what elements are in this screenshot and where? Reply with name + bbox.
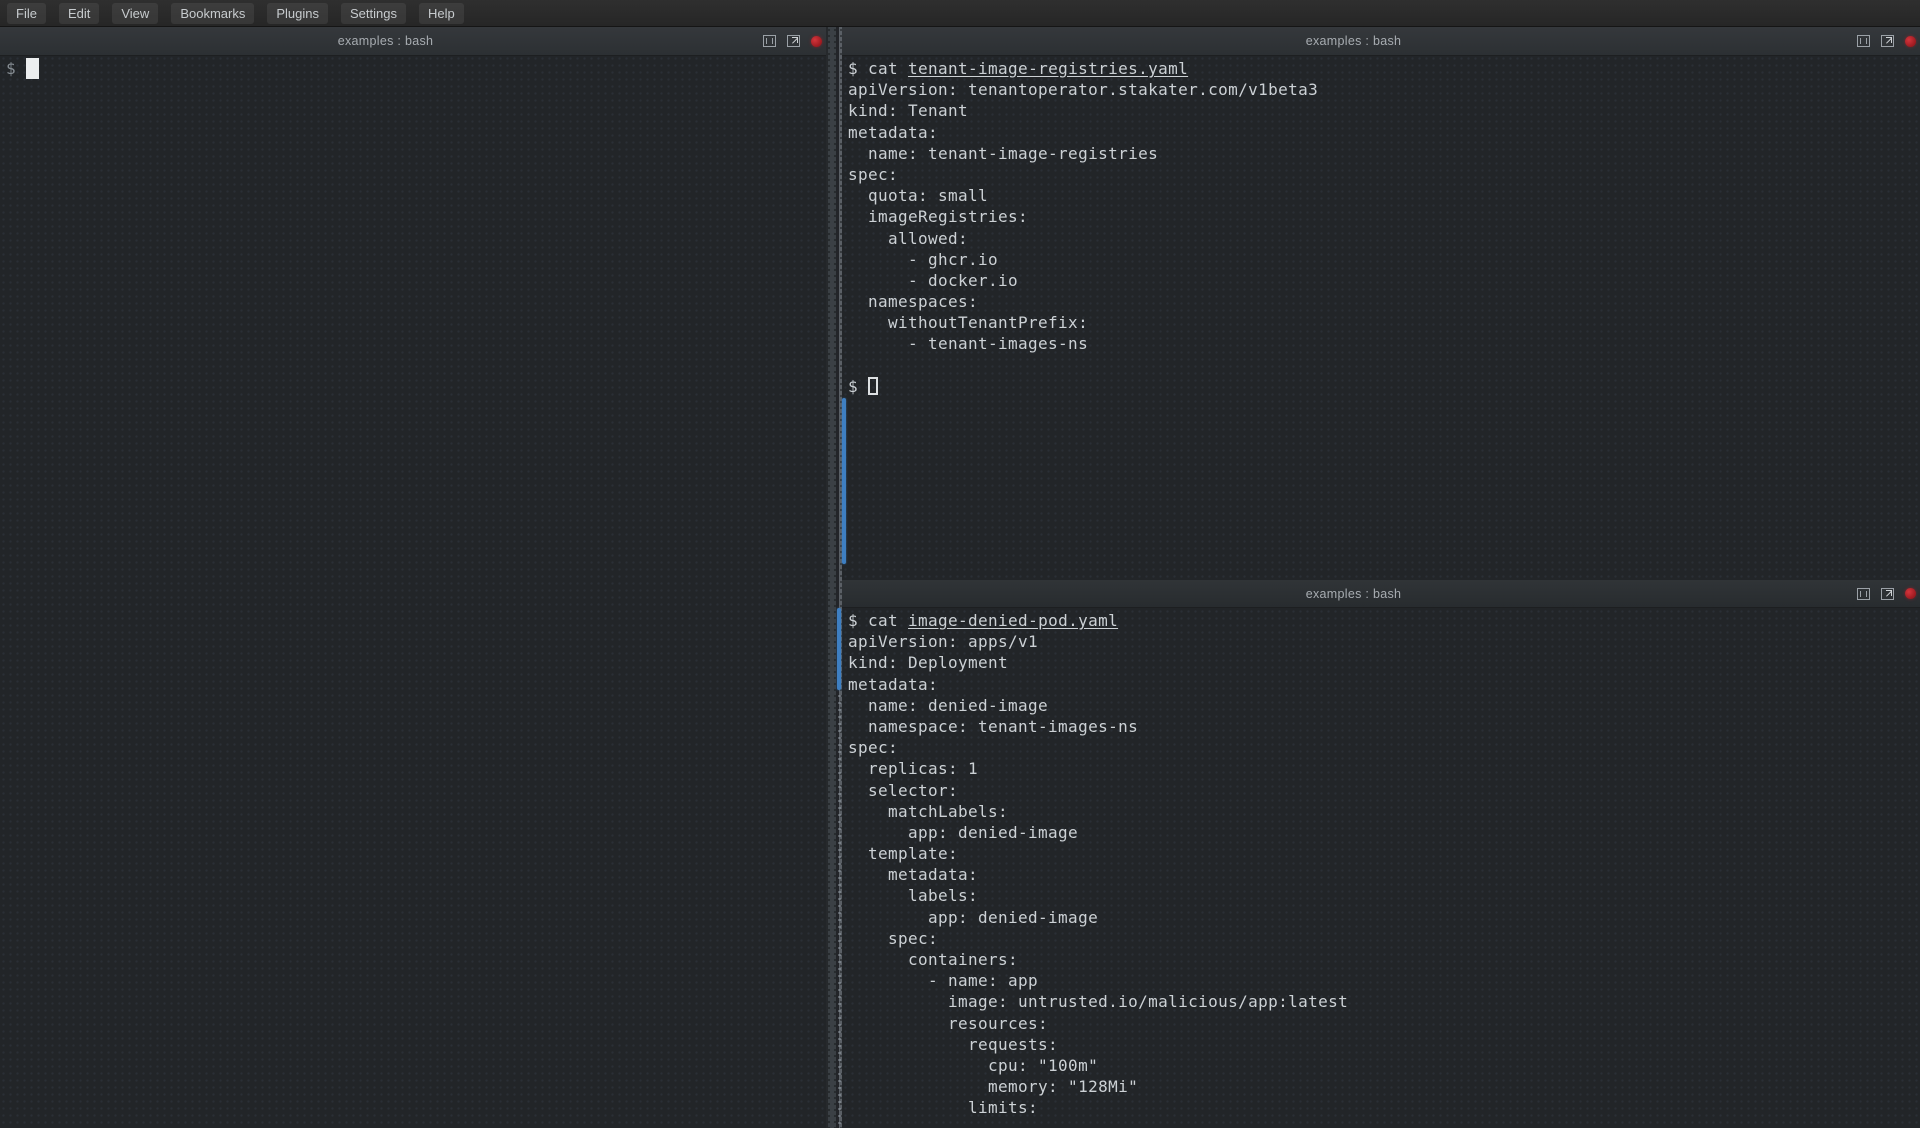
close-split-button[interactable] <box>1905 588 1916 599</box>
terminal-line: app: denied-image <box>848 822 1918 843</box>
pane-left-header: examples : bash <box>0 27 826 56</box>
prompt-line: $ <box>848 376 1918 397</box>
command-name: cat <box>868 59 908 78</box>
pane-bottom-right-controls <box>1857 580 1916 607</box>
terminal-line: - tenant-images-ns <box>848 333 1918 354</box>
terminal-window: File Edit View Bookmarks Plugins Setting… <box>0 0 1920 1128</box>
terminal-line: - ghcr.io <box>848 249 1918 270</box>
text-cursor <box>26 58 39 79</box>
prompt-line: $ <box>6 58 824 79</box>
terminal-line: - docker.io <box>848 270 1918 291</box>
terminal-line: apiVersion: tenantoperator.stakater.com/… <box>848 79 1918 100</box>
terminal-line: name: tenant-image-registries <box>848 143 1918 164</box>
detach-split-icon[interactable] <box>1881 588 1894 600</box>
maximize-split-icon[interactable] <box>763 35 776 47</box>
detach-split-icon[interactable] <box>787 35 800 47</box>
pane-edge-dots <box>838 695 841 1125</box>
terminal-line: namespaces: <box>848 291 1918 312</box>
close-split-button[interactable] <box>811 36 822 47</box>
terminal-line: requests: <box>848 1034 1918 1055</box>
command-line: $ cat image-denied-pod.yaml <box>848 610 1918 631</box>
terminal-output: apiVersion: tenantoperator.stakater.com/… <box>848 79 1918 354</box>
pane-left[interactable]: examples : bash $ <box>0 27 826 1128</box>
terminal-output: apiVersion: apps/v1 kind: Deployment met… <box>848 631 1918 1118</box>
detach-split-icon[interactable] <box>1881 35 1894 47</box>
shell-prompt: $ <box>6 59 16 78</box>
terminal-line: resources: <box>848 1013 1918 1034</box>
terminal-line: allowed: <box>848 228 1918 249</box>
terminal-line: labels: <box>848 885 1918 906</box>
menu-item[interactable]: Help <box>419 3 464 24</box>
terminal-line: - name: app <box>848 970 1918 991</box>
menu-item[interactable]: File <box>7 3 46 24</box>
terminal-line: app: denied-image <box>848 907 1918 928</box>
pane-top-right-title: examples : bash <box>882 27 1825 55</box>
terminal-line: imageRegistries: <box>848 206 1918 227</box>
pane-top-right-header: examples : bash <box>842 27 1920 56</box>
pane-bottom-right-title: examples : bash <box>882 580 1825 607</box>
terminal-line: quota: small <box>848 185 1918 206</box>
terminal-line: matchLabels: <box>848 801 1918 822</box>
close-split-button[interactable] <box>1905 36 1916 47</box>
pane-bottom-right-header: examples : bash <box>842 580 1920 608</box>
menu-item[interactable]: View <box>112 3 158 24</box>
pane-top-right-controls <box>1857 27 1916 55</box>
terminal-line: name: denied-image <box>848 695 1918 716</box>
terminal-line: spec: <box>848 928 1918 949</box>
terminal-line: metadata: <box>848 864 1918 885</box>
terminal-line: cpu: "100m" <box>848 1055 1918 1076</box>
terminal-line: spec: <box>848 164 1918 185</box>
terminal-line: limits: <box>848 1097 1918 1118</box>
pane-bottom-right-terminal[interactable]: $ cat image-denied-pod.yaml apiVersion: … <box>848 610 1918 1119</box>
terminal-line: spec: <box>848 737 1918 758</box>
terminal-line: containers: <box>848 949 1918 970</box>
terminal-line: apiVersion: apps/v1 <box>848 631 1918 652</box>
terminal-line: selector: <box>848 780 1918 801</box>
command-name: cat <box>868 611 908 630</box>
terminal-line: withoutTenantPrefix: <box>848 312 1918 333</box>
shell-prompt: $ <box>848 59 868 78</box>
menu-item[interactable]: Plugins <box>267 3 328 24</box>
maximize-split-icon[interactable] <box>1857 588 1870 600</box>
pane-top-right-terminal[interactable]: $ cat tenant-image-registries.yaml apiVe… <box>848 58 1918 397</box>
shell-prompt: $ <box>848 611 868 630</box>
pane-top-right[interactable]: examples : bash $ cat tenant-image-regis… <box>842 27 1920 580</box>
terminal-line: namespace: tenant-images-ns <box>848 716 1918 737</box>
pane-bottom-right[interactable]: examples : bash $ cat image-denied-pod.y… <box>842 580 1920 1128</box>
menu-item[interactable]: Bookmarks <box>171 3 254 24</box>
command-argument: tenant-image-registries.yaml <box>908 59 1188 78</box>
menu-item[interactable]: Edit <box>59 3 99 24</box>
shell-prompt: $ <box>848 377 868 396</box>
scroll-position-indicator[interactable] <box>837 608 841 690</box>
text-cursor-inactive <box>868 377 878 395</box>
terminal-line: metadata: <box>848 674 1918 695</box>
maximize-split-icon[interactable] <box>1857 35 1870 47</box>
terminal-line: metadata: <box>848 122 1918 143</box>
menu-bar: File Edit View Bookmarks Plugins Setting… <box>0 0 1920 27</box>
menu-item[interactable]: Settings <box>341 3 406 24</box>
terminal-line: memory: "128Mi" <box>848 1076 1918 1097</box>
terminal-line: image: untrusted.io/malicious/app:latest <box>848 991 1918 1012</box>
terminal-line: replicas: 1 <box>848 758 1918 779</box>
scroll-position-indicator[interactable] <box>842 398 846 564</box>
pane-left-title: examples : bash <box>40 27 731 55</box>
terminal-line: kind: Deployment <box>848 652 1918 673</box>
command-argument: image-denied-pod.yaml <box>908 611 1118 630</box>
pane-left-terminal[interactable]: $ <box>6 58 824 79</box>
terminal-line: template: <box>848 843 1918 864</box>
blank-line <box>848 355 1918 376</box>
command-line: $ cat tenant-image-registries.yaml <box>848 58 1918 79</box>
terminal-line: kind: Tenant <box>848 100 1918 121</box>
pane-left-controls <box>763 27 822 55</box>
